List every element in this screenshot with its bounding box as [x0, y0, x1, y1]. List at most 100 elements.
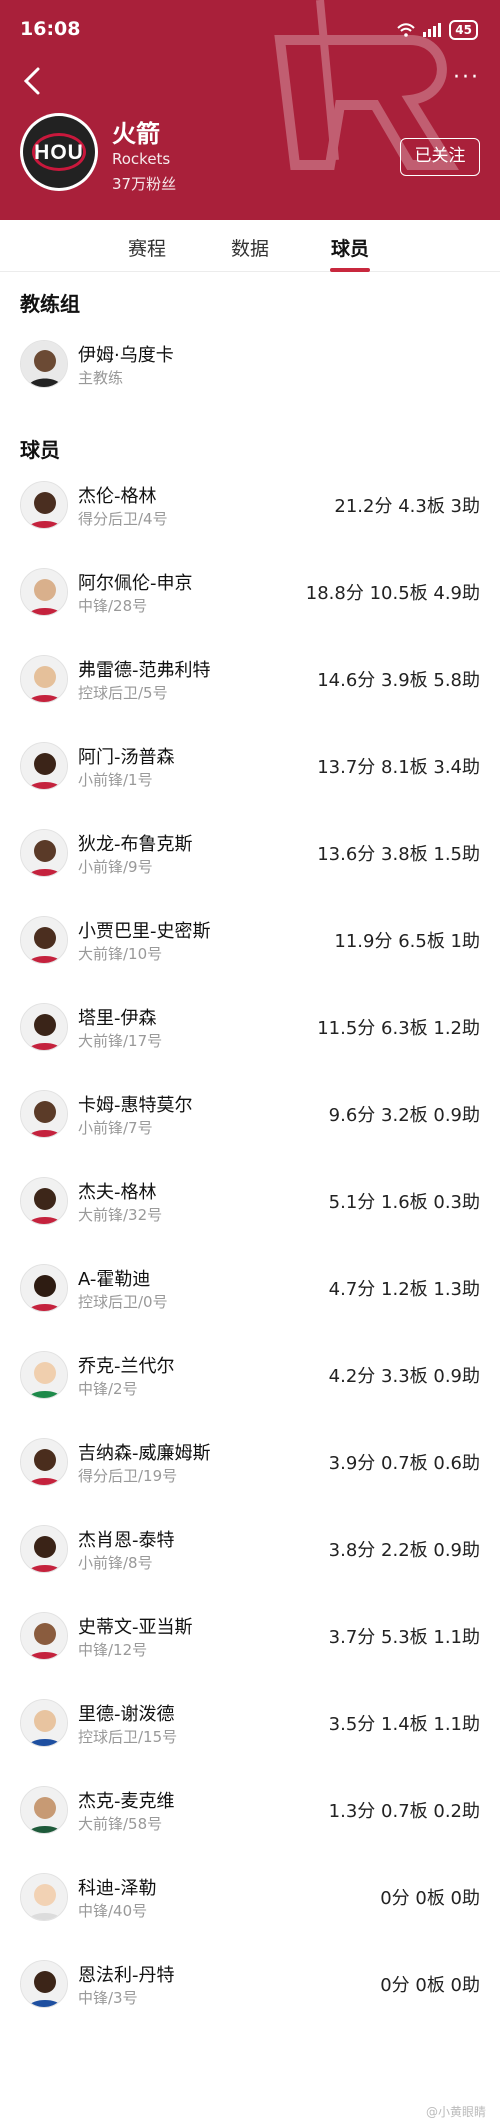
signal-icon: [423, 23, 442, 37]
player-stats: 5.1分 1.6板 0.3助: [328, 1192, 480, 1213]
player-row[interactable]: 阿门-汤普森 小前锋/1号 13.7分 8.1板 3.4助: [0, 733, 500, 799]
player-position: 小前锋/8号: [78, 1554, 153, 1572]
player-position: 小前锋/9号: [78, 858, 153, 876]
player-stats: 4.7分 1.2板 1.3助: [328, 1279, 480, 1300]
status-icons: 45: [397, 20, 478, 40]
player-name: A-霍勒迪: [78, 1269, 151, 1290]
avatar: [20, 1612, 68, 1660]
tab-stats[interactable]: 数据: [231, 234, 269, 261]
player-position: 中锋/28号: [78, 597, 148, 615]
follow-button[interactable]: 已关注: [400, 138, 480, 176]
player-position: 小前锋/7号: [78, 1119, 153, 1137]
team-fans-count: 37万粉丝: [112, 175, 177, 193]
player-row[interactable]: 乔克-兰代尔 中锋/2号 4.2分 3.3板 0.9助: [0, 1342, 500, 1408]
player-stats: 9.6分 3.2板 0.9助: [328, 1105, 480, 1126]
team-english-name: Rockets: [112, 150, 171, 168]
avatar: [20, 1960, 68, 2008]
battery-indicator: 45: [449, 20, 478, 40]
player-stats: 11.5分 6.3板 1.2助: [317, 1018, 480, 1039]
player-stats: 13.6分 3.8板 1.5助: [317, 844, 480, 865]
team-logo: HOU: [20, 113, 98, 191]
player-row[interactable]: 杰克-麦克维 大前锋/58号 1.3分 0.7板 0.2助: [0, 1777, 500, 1843]
player-position: 控球后卫/15号: [78, 1728, 178, 1746]
avatar: [20, 1873, 68, 1921]
player-stats: 3.9分 0.7板 0.6助: [328, 1453, 480, 1474]
player-position: 中锋/12号: [78, 1641, 148, 1659]
tab-schedule[interactable]: 赛程: [128, 234, 166, 261]
player-stats: 21.2分 4.3板 3助: [334, 496, 480, 517]
player-row[interactable]: 阿尔佩伦-申京 中锋/28号 18.8分 10.5板 4.9助: [0, 559, 500, 625]
player-position: 大前锋/58号: [78, 1815, 163, 1833]
avatar: [20, 1525, 68, 1573]
player-row[interactable]: 杰肖恩-泰特 小前锋/8号 3.8分 2.2板 0.9助: [0, 1516, 500, 1582]
avatar: [20, 829, 68, 877]
player-stats: 1.3分 0.7板 0.2助: [328, 1801, 480, 1822]
player-row[interactable]: 杰伦-格林得分后卫/4号 21.2分 4.3板 3助: [0, 472, 500, 538]
player-position: 中锋/3号: [78, 1989, 138, 2007]
team-header: 16:08 45 ··· HOU 火箭 Rockets 37万粉丝 已关注: [0, 0, 500, 220]
player-stats: 4.2分 3.3板 0.9助: [328, 1366, 480, 1387]
player-position: 得分后卫/19号: [78, 1467, 178, 1485]
player-name: 狄龙-布鲁克斯: [78, 834, 193, 855]
player-name: 阿尔佩伦-申京: [78, 573, 193, 594]
player-name: 杰伦-格林: [78, 486, 157, 507]
player-row[interactable]: A-霍勒迪控球后卫/0号 4.7分 1.2板 1.3助: [0, 1255, 500, 1321]
content-area: 教练组 伊姆·乌度卡 主教练 球员 杰伦-格林得分后卫/4号 21.2分 4.3板…: [0, 272, 500, 2126]
player-name: 阿门-汤普森: [78, 747, 175, 768]
player-stats: 18.8分 10.5板 4.9助: [305, 583, 480, 604]
player-name: 吉纳森-威廉姆斯: [78, 1443, 211, 1464]
player-position: 大前锋/32号: [78, 1206, 163, 1224]
player-row[interactable]: 里德-谢泼德 控球后卫/15号 3.5分 1.4板 1.1助: [0, 1690, 500, 1756]
player-row[interactable]: 杰夫-格林大前锋/32号 5.1分 1.6板 0.3助: [0, 1168, 500, 1234]
avatar: [20, 1786, 68, 1834]
watermark-text: @小黄眼睛: [425, 2105, 486, 2119]
player-name: 小贾巴里-史密斯: [78, 921, 211, 942]
avatar: [20, 655, 68, 703]
team-logo-abbr: HOU: [34, 141, 84, 164]
more-options-icon[interactable]: ···: [453, 66, 480, 90]
player-stats: 0分 0板 0助: [380, 1888, 480, 1909]
player-row[interactable]: 科迪-泽勒 中锋/40号 0分 0板 0助: [0, 1864, 500, 1930]
player-row[interactable]: 吉纳森-威廉姆斯 得分后卫/19号 3.9分 0.7板 0.6助: [0, 1429, 500, 1495]
avatar: [20, 481, 68, 529]
status-time: 16:08: [20, 18, 81, 40]
player-row[interactable]: 狄龙-布鲁克斯 小前锋/9号 13.6分 3.8板 1.5助: [0, 820, 500, 886]
coach-row[interactable]: 伊姆·乌度卡 主教练: [0, 331, 500, 397]
avatar: [20, 1438, 68, 1486]
avatar: [20, 1351, 68, 1399]
player-stats: 11.9分 6.5板 1助: [334, 931, 480, 952]
avatar: [20, 916, 68, 964]
player-position: 大前锋/10号: [78, 945, 163, 963]
avatar: [20, 568, 68, 616]
coach-section-title: 教练组: [20, 292, 80, 316]
player-position: 小前锋/1号: [78, 771, 153, 789]
wifi-icon: [397, 23, 416, 37]
tab-players[interactable]: 球员: [331, 234, 369, 261]
avatar: [20, 1699, 68, 1747]
back-arrow-icon[interactable]: [20, 66, 44, 96]
player-position: 控球后卫/5号: [78, 684, 168, 702]
player-name: 杰夫-格林: [78, 1182, 157, 1203]
players-section-title: 球员: [20, 438, 60, 462]
player-row[interactable]: 弗雷德-范弗利特 控球后卫/5号 14.6分 3.9板 5.8助: [0, 646, 500, 712]
player-name: 杰肖恩-泰特: [78, 1530, 175, 1551]
avatar: [20, 1090, 68, 1138]
player-name: 卡姆-惠特莫尔: [78, 1095, 193, 1116]
player-row[interactable]: 小贾巴里-史密斯 大前锋/10号 11.9分 6.5板 1助: [0, 907, 500, 973]
player-row[interactable]: 塔里-伊森 大前锋/17号 11.5分 6.3板 1.2助: [0, 994, 500, 1060]
coach-name: 伊姆·乌度卡: [78, 345, 174, 366]
avatar: [20, 1177, 68, 1225]
player-name: 恩法利-丹特: [78, 1965, 175, 1986]
player-row[interactable]: 恩法利-丹特 中锋/3号 0分 0板 0助: [0, 1951, 500, 2017]
coach-role: 主教练: [78, 369, 124, 387]
team-name: 火箭: [112, 120, 160, 148]
player-stats: 0分 0板 0助: [380, 1975, 480, 1996]
player-position: 得分后卫/4号: [78, 510, 168, 528]
player-name: 杰克-麦克维: [78, 1791, 175, 1812]
player-stats: 3.8分 2.2板 0.9助: [328, 1540, 480, 1561]
player-row[interactable]: 卡姆-惠特莫尔 小前锋/7号 9.6分 3.2板 0.9助: [0, 1081, 500, 1147]
player-position: 控球后卫/0号: [78, 1293, 168, 1311]
player-stats: 3.7分 5.3板 1.1助: [328, 1627, 480, 1648]
player-name: 乔克-兰代尔: [78, 1356, 175, 1377]
player-row[interactable]: 史蒂文-亚当斯 中锋/12号 3.7分 5.3板 1.1助: [0, 1603, 500, 1669]
